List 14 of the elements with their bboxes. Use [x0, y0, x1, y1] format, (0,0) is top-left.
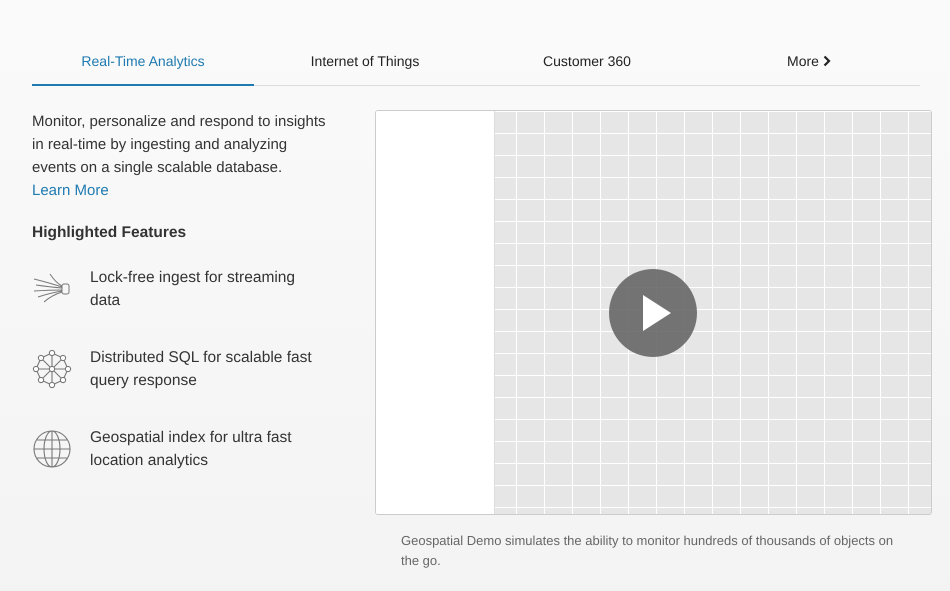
tab[interactable]: Customer 360 [476, 44, 698, 86]
learn-more-link[interactable]: Learn More [32, 182, 109, 199]
globe-icon [32, 429, 72, 469]
features-heading: Highlighted Features [32, 224, 188, 242]
play-button[interactable] [609, 269, 697, 357]
network-nodes-icon [32, 349, 72, 389]
intro-paragraph: Monitor, personalize and respond to insights in real-time by ingesting and analyzing events on a single scalable database. Learn More [32, 112, 327, 201]
video-caption: Geospatial Demo simulates the ability to monitor hundreds of thousands of objects on the go. [401, 532, 894, 570]
feature-text: Lock-free ingest for streaming data [90, 268, 296, 311]
tab[interactable]: Real-Time Analytics [32, 44, 254, 86]
tab[interactable]: Internet of Things [254, 44, 476, 86]
feature-text: Geospatial index for ultra fast location analytics [90, 428, 293, 471]
feature-text: Distributed SQL for scalable fast query response [90, 348, 313, 391]
tab[interactable]: More [698, 44, 920, 86]
